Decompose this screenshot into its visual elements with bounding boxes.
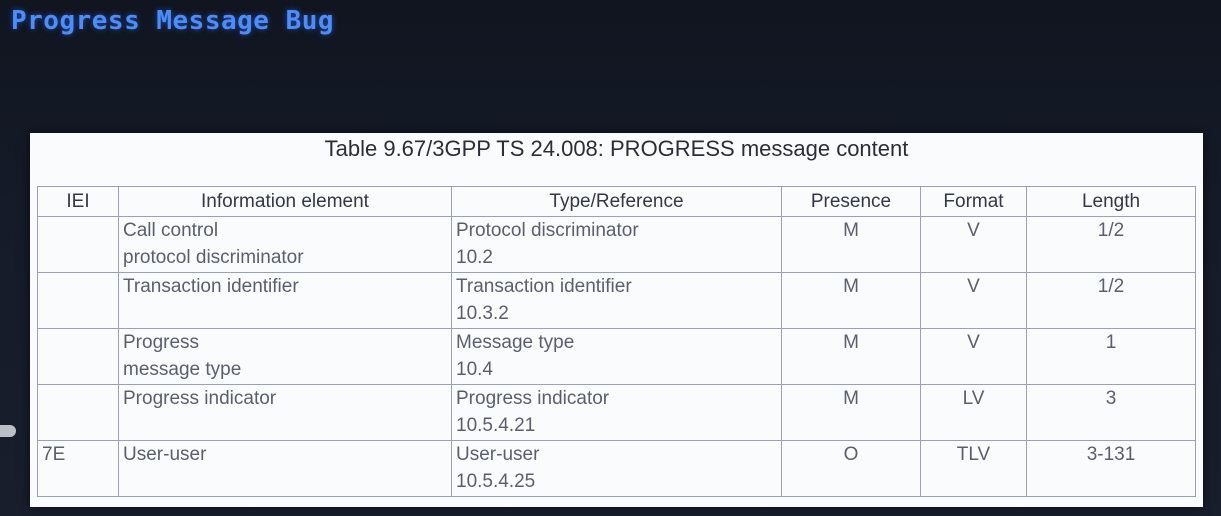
header-type-reference: Type/Reference: [451, 186, 782, 217]
cell-text: Transaction identifier: [123, 276, 299, 297]
cell-text: Progress indicator: [456, 388, 610, 409]
cell-presence: O: [781, 440, 921, 497]
cell-text: 10.4: [456, 359, 493, 380]
cell-format: V: [920, 216, 1027, 273]
cell-type-reference: Protocol discriminator 10.2: [451, 216, 782, 273]
progress-message-table: IEI Information element Type/Reference P…: [37, 186, 1196, 497]
cell-length: 1/2: [1026, 216, 1196, 273]
cell-iei: 7E: [37, 440, 119, 497]
slide-title: Progress Message Bug: [11, 6, 335, 36]
table-row: Progress message type Message type 10.4 …: [37, 328, 1196, 385]
cell-format: TLV: [920, 440, 1027, 497]
cell-format: V: [920, 272, 1027, 329]
table-row: Transaction identifier Transaction ident…: [37, 272, 1196, 329]
table-row: Progress indicator Progress indicator 10…: [37, 384, 1196, 441]
cell-text: 10.5.4.21: [456, 415, 536, 436]
cell-type-reference: Progress indicator 10.5.4.21: [451, 384, 782, 441]
cell-information-element: Transaction identifier: [118, 272, 452, 329]
pointer-mark: [0, 425, 16, 437]
cell-length: 3: [1026, 384, 1196, 441]
cell-text: protocol discriminator: [123, 247, 304, 268]
cell-text: Progress: [123, 332, 200, 353]
cell-text: User-user: [456, 444, 540, 465]
table-caption: Table 9.67/3GPP TS 24.008: PROGRESS mess…: [324, 136, 909, 161]
cell-information-element: Call control protocol discriminator: [118, 216, 452, 273]
cell-length: 1: [1026, 328, 1196, 385]
cell-presence: M: [781, 384, 921, 441]
header-length: Length: [1026, 186, 1196, 217]
header-iei: IEI: [37, 186, 119, 217]
table-row: Call control protocol discriminator Prot…: [37, 216, 1196, 273]
table-row: 7E User-user User-user 10.5.4.25 O TLV 3…: [37, 440, 1196, 497]
header-format: Format: [920, 186, 1027, 217]
cell-text: Message type: [456, 332, 575, 353]
cell-information-element: Progress indicator: [118, 384, 452, 441]
cell-format: V: [920, 328, 1027, 385]
cell-iei: [37, 328, 119, 385]
cell-text: User-user: [123, 444, 207, 465]
cell-text: Progress indicator: [123, 388, 277, 409]
cell-text: 10.2: [456, 247, 493, 268]
cell-type-reference: Message type 10.4: [451, 328, 782, 385]
table-panel: Table 9.67/3GPP TS 24.008: PROGRESS mess…: [30, 133, 1203, 507]
cell-information-element: Progress message type: [118, 328, 452, 385]
cell-text: message type: [123, 359, 242, 380]
cell-information-element: User-user: [118, 440, 452, 497]
cell-text: Protocol discriminator: [456, 220, 639, 241]
cell-iei: [37, 384, 119, 441]
cell-text: Call control: [123, 220, 219, 241]
cell-text: 10.3.2: [456, 303, 509, 324]
table-header-row: IEI Information element Type/Reference P…: [37, 186, 1196, 217]
cell-text: 10.5.4.25: [456, 471, 536, 492]
cell-presence: M: [781, 328, 921, 385]
cell-type-reference: User-user 10.5.4.25: [451, 440, 782, 497]
cell-presence: M: [781, 272, 921, 329]
cell-length: 1/2: [1026, 272, 1196, 329]
cell-iei: [37, 216, 119, 273]
cell-iei: [37, 272, 119, 329]
cell-presence: M: [781, 216, 921, 273]
cell-length: 3-131: [1026, 440, 1196, 497]
cell-type-reference: Transaction identifier 10.3.2: [451, 272, 782, 329]
cell-text: Transaction identifier: [456, 276, 632, 297]
cell-format: LV: [920, 384, 1027, 441]
header-information-element: Information element: [118, 186, 452, 217]
header-presence: Presence: [781, 186, 921, 217]
